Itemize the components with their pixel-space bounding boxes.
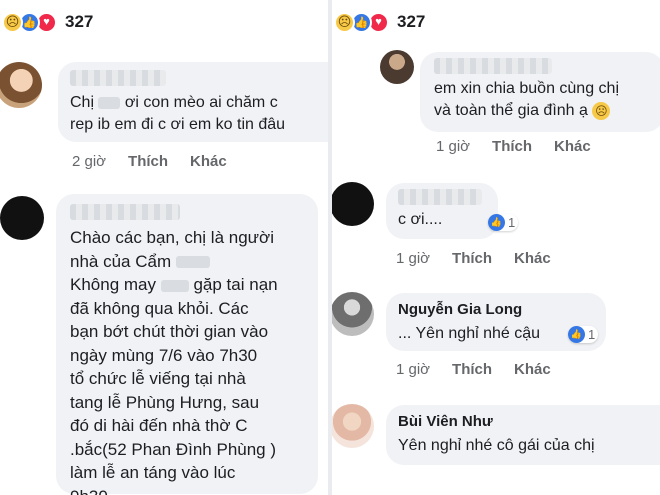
blurred-text	[98, 96, 121, 109]
like-link[interactable]: Thích	[452, 250, 492, 267]
blurred-author-name	[70, 70, 166, 86]
comment-text-line: đó di hài đến nhà thờ C	[70, 416, 248, 435]
comment-bubble: em xin chia buồn cùng chị và toàn thể gi…	[420, 52, 660, 132]
more-link[interactable]: Khác	[190, 153, 227, 170]
sad-emoji-icon: ☹	[592, 101, 611, 120]
comment-text-line: .bắc(52 Phan Đình Phùng )	[70, 439, 277, 459]
sad-react-icon: ☹	[2, 11, 23, 33]
comment-text: c ơi....	[398, 211, 443, 228]
like-react-icon: 👍	[488, 214, 505, 231]
comment-text-line: Chào các bạn, chị là người	[70, 228, 274, 247]
comment-text: ... Yên nghỉ nhé cậu	[398, 325, 541, 342]
comment-text-line: ngày mùng 7/6 vào 7h30	[70, 345, 258, 365]
comment-time: 1 giờ	[436, 138, 471, 155]
comment-text-line: gặp tai nạn	[193, 275, 278, 294]
comment-bubble: c ơi....	[386, 183, 498, 239]
comment-text-line: rep ib em đi c ơi em ko tin đâu	[70, 116, 286, 133]
comment-text: Yên nghỉ nhé cô gái của chị	[398, 437, 595, 454]
avatar[interactable]	[332, 292, 374, 336]
like-count: 1	[588, 327, 596, 342]
comment-time: 1 giờ	[396, 361, 431, 378]
reaction-count: 327	[65, 12, 94, 31]
avatar[interactable]	[332, 404, 374, 448]
comment-like-badge[interactable]: 👍 1	[568, 326, 599, 343]
comment-text-line: đã không qua khỏi. Các	[70, 298, 249, 318]
comment-time: 1 giờ	[396, 250, 431, 267]
left-comment-panel: ☹ 👍 ♥ 327 Chị ơi con mèo ai chăm c rep i…	[0, 0, 328, 495]
comment-like-badge[interactable]: 👍 1	[488, 214, 519, 231]
comment-text-line: tổ chức lễ viếng tại nhà	[70, 369, 246, 388]
comment-actions: 1 giờ Thích Khác	[436, 138, 591, 155]
comment-actions: 1 giờ Thích Khác	[396, 250, 551, 267]
blurred-text	[160, 279, 189, 292]
comment-text-line: 9h30.	[70, 485, 304, 495]
avatar[interactable]	[0, 196, 44, 240]
comment-text-line: ơi con mèo ai chăm c	[124, 94, 278, 111]
comment-text-line: làm lễ an táng vào lúc	[70, 463, 236, 482]
like-link[interactable]: Thích	[128, 153, 168, 170]
comment-author[interactable]: Nguyễn Gia Long	[398, 299, 594, 321]
more-link[interactable]: Khác	[514, 361, 551, 378]
like-count: 1	[508, 215, 516, 230]
reaction-summary[interactable]: ☹ 👍 ♥ 327	[334, 10, 425, 34]
reaction-count: 327	[397, 12, 426, 31]
avatar[interactable]	[0, 62, 42, 108]
avatar[interactable]	[332, 182, 374, 226]
sad-react-icon: ☹	[334, 11, 355, 33]
blurred-author-name	[434, 58, 552, 74]
blurred-author-name	[70, 204, 180, 220]
more-link[interactable]: Khác	[554, 138, 591, 155]
comment-time: 2 giờ	[72, 153, 107, 170]
comment-text-line: tang lễ Phùng Hưng, sau	[70, 392, 260, 412]
like-react-icon: 👍	[568, 326, 585, 343]
more-link[interactable]: Khác	[514, 250, 551, 267]
comment-bubble: Bùi Viên Như Yên nghỉ nhé cô gái của chị	[386, 405, 660, 465]
blurred-author-name	[398, 189, 482, 205]
like-link[interactable]: Thích	[492, 138, 532, 155]
like-link[interactable]: Thích	[452, 361, 492, 378]
avatar[interactable]	[380, 50, 414, 84]
comment-bubble: Chào các bạn, chị là người nhà của Cẩm K…	[56, 194, 318, 495]
comment-text-line: nhà của Cẩm	[70, 251, 172, 271]
comment-actions: 1 giờ Thích Khác	[396, 361, 551, 378]
comment-text-line: Không may	[70, 275, 156, 294]
right-comment-panel: ☹ 👍 ♥ 327 em xin chia buồn cùng chị và t…	[332, 0, 660, 495]
comment-actions: 2 giờ Thích Khác	[72, 153, 227, 170]
comment-text-line: bạn bớt chút thời gian vào	[70, 322, 269, 341]
reaction-summary[interactable]: ☹ 👍 ♥ 327	[2, 10, 93, 34]
comment-text-line: em xin chia buồn cùng chị	[434, 80, 619, 97]
comment-author[interactable]: Bùi Viên Như	[398, 411, 650, 433]
comment-text-line: Chị	[70, 94, 95, 111]
comment-text-line: và toàn thể gia đình ạ	[434, 102, 588, 119]
blurred-text	[175, 256, 210, 269]
comment-bubble: Chị ơi con mèo ai chăm c rep ib em đi c …	[58, 62, 328, 142]
